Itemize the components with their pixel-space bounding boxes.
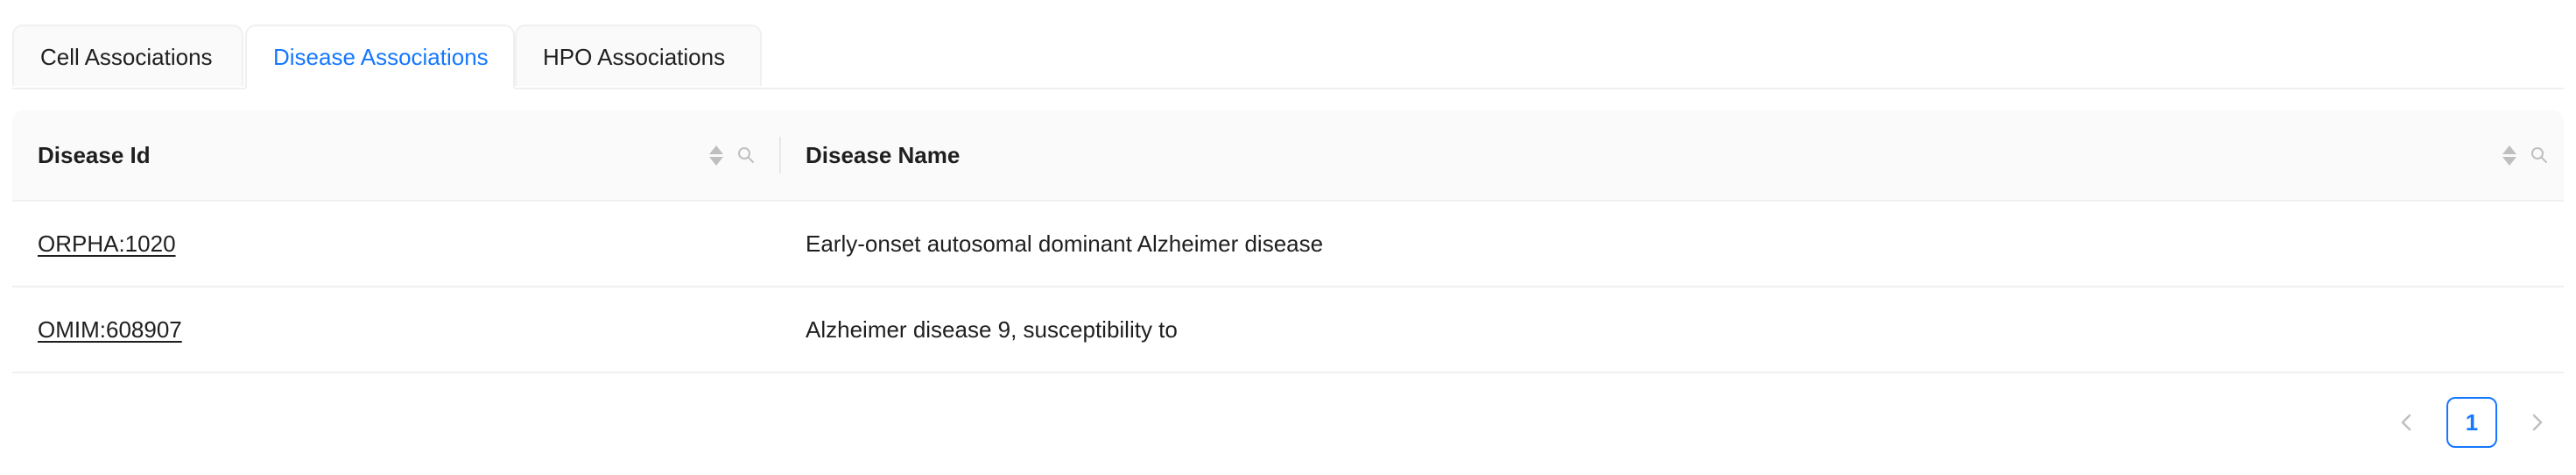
pagination: 1	[2380, 396, 2564, 449]
next-page-button[interactable]	[2511, 396, 2564, 449]
disease-name-tools	[2502, 110, 2548, 200]
sort-icon[interactable]	[709, 145, 723, 166]
search-icon[interactable]	[2530, 146, 2548, 164]
disease-name-cell: Early-onset autosomal dominant Alzheimer…	[806, 230, 1324, 257]
search-icon[interactable]	[737, 146, 755, 164]
page-number-button[interactable]: 1	[2446, 397, 2497, 448]
disease-id-tools	[709, 110, 755, 200]
column-header-label: Disease Id	[38, 141, 151, 168]
tab-disease-associations[interactable]: Disease Associations	[245, 25, 515, 89]
table-row: OMIM:608907 Alzheimer disease 9, suscept…	[12, 287, 2564, 373]
tab-cell-associations[interactable]: Cell Associations	[12, 25, 243, 86]
column-header-disease-name: Disease Name	[781, 110, 2564, 200]
sort-icon[interactable]	[2502, 145, 2516, 166]
disease-table: Disease Id Disease Name ORPHA:1020 Early…	[12, 110, 2564, 373]
chevron-left-icon	[2401, 414, 2411, 431]
column-header-label: Disease Name	[806, 141, 961, 168]
table-row: ORPHA:1020 Early-onset autosomal dominan…	[12, 202, 2564, 287]
table-header: Disease Id Disease Name	[12, 110, 2564, 202]
disease-id-link[interactable]: OMIM:608907	[38, 316, 182, 344]
disease-id-link[interactable]: ORPHA:1020	[38, 230, 176, 258]
prev-page-button[interactable]	[2380, 396, 2432, 449]
disease-name-cell: Alzheimer disease 9, susceptibility to	[806, 315, 1178, 343]
tab-bar: Cell Associations Disease Associations H…	[12, 25, 2564, 89]
tab-hpo-associations[interactable]: HPO Associations	[515, 25, 762, 86]
column-header-disease-id: Disease Id	[12, 110, 779, 200]
chevron-right-icon	[2532, 414, 2543, 431]
